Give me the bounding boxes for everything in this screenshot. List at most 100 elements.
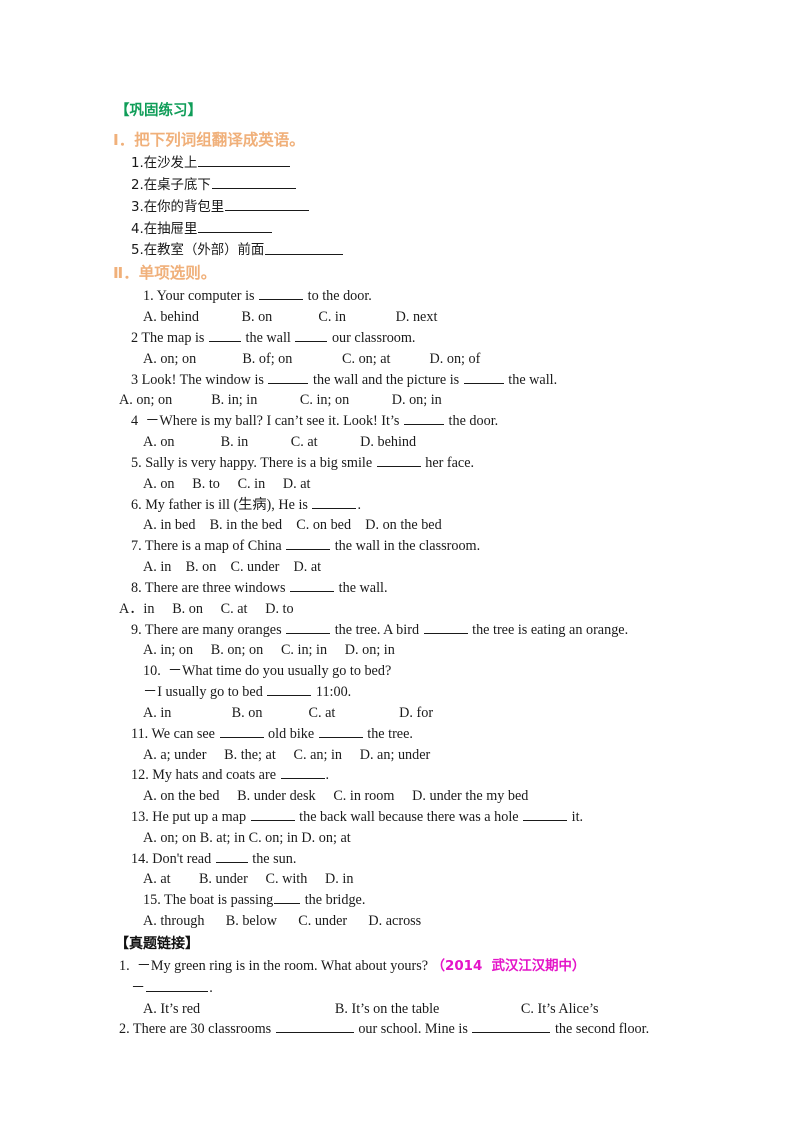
question-answer-line: －. (113, 978, 713, 999)
translation-item-text: 3. (131, 199, 144, 215)
list-item: 4.在抽屉里 (113, 219, 713, 241)
worksheet-page: 【巩固练习】 Ⅰ．把下列词组翻译成英语。 1.在沙发上 2.在桌子底下 3.在你… (0, 0, 793, 1122)
answer-blank[interactable] (286, 536, 331, 551)
stem-text: the tree. (363, 725, 413, 742)
stem-text: the wall (241, 330, 295, 347)
answer-blank[interactable] (198, 153, 291, 168)
stem-text: the second floor. (551, 1021, 650, 1038)
stem-text: the wall in the classroom. (331, 538, 481, 555)
question-options[interactable]: A. behind B. on C. in D. next (113, 307, 713, 328)
answer-blank[interactable] (376, 453, 421, 467)
dash-marker: － (131, 979, 146, 996)
question-stem: 14. Don't read the sun. (113, 849, 713, 870)
question-options[interactable]: A. on; on B. of; on C. on; at D. on; of (113, 349, 713, 370)
translation-item-text: 5. (131, 243, 144, 259)
question-options[interactable]: A. on; on B. in; in C. in; on D. on; in (113, 390, 713, 411)
stem-text: the back wall because there was a hole (295, 809, 523, 826)
multiple-choice-list: 1. Your computer is to the door. A. behi… (113, 286, 713, 932)
question-stem: 7. There is a map of China the wall in t… (113, 536, 713, 557)
answer-blank[interactable] (472, 1019, 551, 1034)
answer-blank[interactable] (267, 682, 312, 697)
question-options[interactable]: A. in; on B. on; on C. in; in D. on; in (113, 640, 713, 661)
answer-blank[interactable] (146, 978, 209, 992)
stem-text: our school. Mine is (354, 1021, 472, 1038)
question-options[interactable]: A. on B. in C. at D. behind (113, 432, 713, 453)
question-options[interactable]: A. on B. to C. in D. at (113, 474, 713, 495)
question-options[interactable]: A. in bed B. in the bed C. on bed D. on … (113, 515, 713, 536)
answer-blank[interactable] (215, 849, 248, 863)
answer-blank[interactable] (259, 286, 304, 301)
stem-text: it. (568, 809, 584, 826)
answer-blank[interactable] (219, 724, 264, 738)
stem-text: the bridge. (301, 892, 366, 909)
answer-blank[interactable] (423, 620, 468, 634)
stem-text: 6. My father is ill (生病), He is (131, 496, 312, 513)
list-item: 2.在桌子底下 (113, 175, 713, 197)
stem-text: 14. Don't read (131, 850, 215, 867)
answer-blank[interactable] (208, 328, 241, 343)
stem-text: 1. Your computer is (143, 288, 259, 305)
answer-blank[interactable] (403, 411, 444, 426)
answer-blank[interactable] (268, 370, 309, 384)
answer-blank[interactable] (250, 807, 295, 822)
question-stem: 10. －What time do you usually go to bed? (143, 663, 392, 680)
question-options[interactable]: A. at B. under C. with D. in (113, 869, 713, 890)
answer-blank[interactable] (318, 724, 363, 738)
stem-text: the tree. A bird (331, 621, 423, 638)
answer-blank[interactable] (312, 495, 357, 509)
source-note: （2014 武汉江汉期中） (431, 958, 586, 974)
question-options[interactable]: A. in B. on C. at D. for (113, 703, 713, 724)
answer-blank[interactable] (275, 1019, 354, 1034)
question-stem: 4 －Where is my ball? I can’t see it. Loo… (113, 411, 713, 432)
stem-text: 12. My hats and coats are (131, 767, 280, 784)
worksheet-content: 【巩固练习】 Ⅰ．把下列词组翻译成英语。 1.在沙发上 2.在桌子底下 3.在你… (113, 101, 713, 1040)
answer-blank[interactable] (225, 197, 310, 211)
stem-text: 13. He put up a map (131, 809, 250, 826)
stem-text: 2 The map is (131, 330, 208, 347)
question-options[interactable]: A. on; on B. at; in C. on; in D. on; at (113, 828, 713, 849)
question-options[interactable]: A. in B. on C. under D. at (113, 557, 713, 578)
question-stem: 9. There are many oranges the tree. A bi… (113, 620, 713, 641)
question-options[interactable]: A. a; under B. the; at C. an; in D. an; … (113, 745, 713, 766)
translation-item-cn: 在你的背包里 (143, 199, 225, 215)
stem-text: 11:00. (312, 684, 352, 701)
answer-blank[interactable] (295, 328, 328, 343)
section-1-heading: Ⅰ．把下列词组翻译成英语。 (113, 131, 305, 149)
translation-item-cn: 在沙发上 (143, 156, 198, 172)
question-stem: 5. Sally is very happy. There is a big s… (113, 453, 713, 474)
answer-blank[interactable] (198, 219, 273, 233)
stem-text: the door. (444, 413, 499, 430)
answer-blank[interactable] (265, 240, 344, 255)
question-stem: 8. There are three windows the wall. (113, 578, 713, 599)
question-options[interactable]: A. It’s red B. It’s on the table C. It’s… (113, 999, 713, 1020)
answer-blank[interactable] (211, 175, 296, 189)
question-stem: 12. My hats and coats are . (113, 765, 713, 786)
section-2-heading: Ⅱ．单项选则。 (113, 264, 217, 283)
stem-text: the tree is eating an orange. (468, 621, 629, 638)
stem-text: 4 －Where is my ball? I can’t see it. Loo… (131, 413, 403, 430)
question-options[interactable]: A. through B. below C. under D. across (113, 911, 713, 932)
list-item: 1.在沙发上 (113, 153, 713, 175)
answer-blank[interactable] (286, 620, 331, 634)
stem-text: 5. Sally is very happy. There is a big s… (131, 454, 376, 471)
list-item: 5.在教室（外部）前面 (113, 240, 713, 262)
question-options[interactable]: A．in B. on C. at D. to (113, 599, 713, 620)
translation-item-cn: 在抽屉里 (143, 221, 198, 237)
stem-text: 9. There are many oranges (131, 621, 286, 638)
question-options[interactable]: A. on the bed B. under desk C. in room D… (113, 786, 713, 807)
question-stem: 2. There are 30 classrooms our school. M… (113, 1019, 713, 1040)
stem-text: the wall and the picture is (309, 371, 463, 388)
real-questions-heading: 【真题链接】 (115, 935, 199, 952)
answer-blank[interactable] (523, 807, 568, 822)
translation-list: 1.在沙发上 2.在桌子底下 3.在你的背包里 4.在抽屉里 5.在教室（外部）… (113, 153, 713, 262)
stem-text: old bike (264, 725, 318, 742)
stem-text: the wall. (504, 371, 558, 388)
answer-blank[interactable] (280, 765, 325, 780)
answer-blank[interactable] (463, 370, 504, 384)
answer-blank[interactable] (274, 890, 301, 905)
answer-blank[interactable] (290, 578, 335, 592)
question-stem: 15. The boat is passing the bridge. (113, 890, 713, 911)
stem-text: the sun. (248, 850, 297, 867)
stem-text: 15. The boat is passing (143, 892, 274, 909)
question-stem: 13. He put up a map the back wall becaus… (113, 807, 713, 828)
